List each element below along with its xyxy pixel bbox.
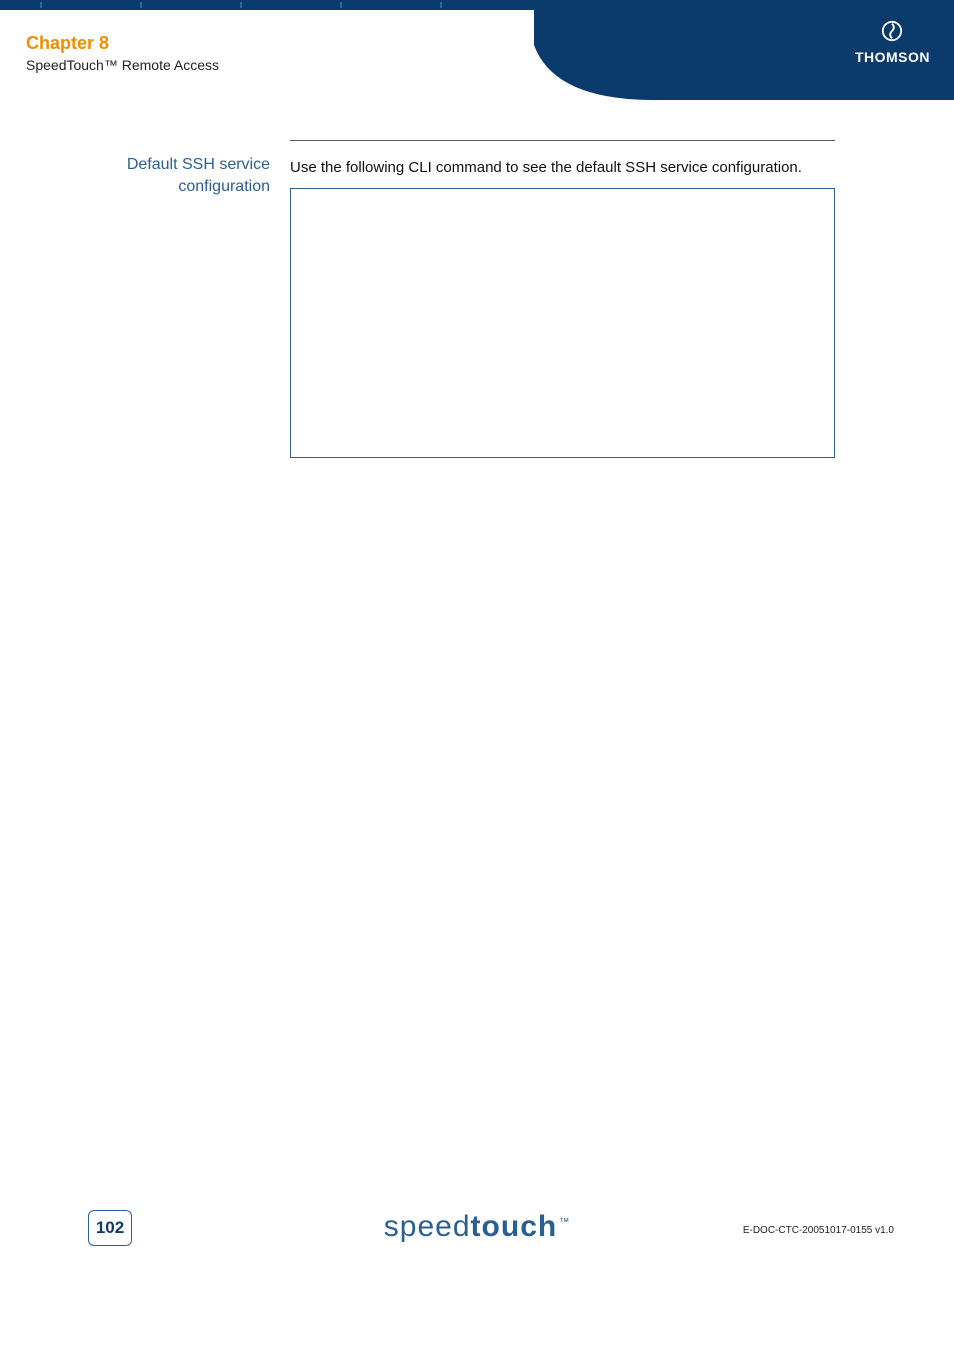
thomson-logo: THOMSON — [855, 20, 930, 65]
chapter-title: Chapter 8 — [26, 32, 219, 54]
page-header: Chapter 8 SpeedTouch™ Remote Access THOM… — [0, 0, 954, 100]
chapter-block: Chapter 8 SpeedTouch™ Remote Access — [26, 32, 219, 74]
document-id: E-DOC-CTC-20051017-0155 v1.0 — [743, 1225, 894, 1236]
brand-light: speed — [384, 1210, 471, 1243]
brand-bold: touch — [471, 1210, 558, 1243]
thomson-mark-icon — [881, 20, 903, 42]
vendor-name: THOMSON — [855, 49, 930, 65]
section-rule — [290, 140, 835, 141]
side-heading: Default SSH service configuration — [60, 154, 270, 198]
brand-wordmark: speedtouch™ — [384, 1210, 570, 1244]
document-page: Chapter 8 SpeedTouch™ Remote Access THOM… — [0, 0, 954, 1351]
page-number-box: 102 — [88, 1210, 132, 1246]
cli-output-box — [290, 188, 835, 458]
brand-trademark: ™ — [559, 1217, 570, 1228]
page-number: 102 — [96, 1218, 124, 1238]
body-text: Use the following CLI command to see the… — [290, 158, 835, 178]
page-footer: 102 speedtouch™ E-DOC-CTC-20051017-0155 … — [0, 1186, 954, 1246]
chapter-subtitle: SpeedTouch™ Remote Access — [26, 56, 219, 74]
